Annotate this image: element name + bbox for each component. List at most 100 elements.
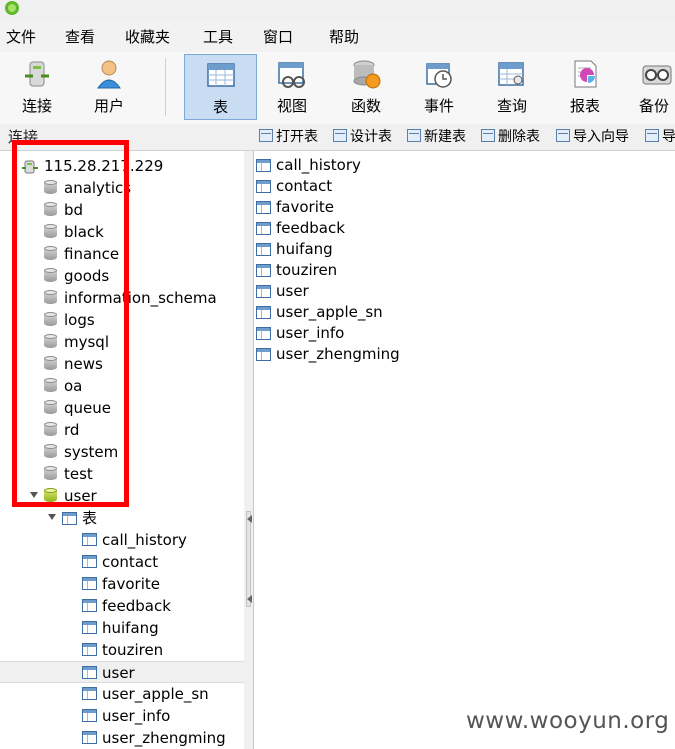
query-icon (498, 62, 524, 86)
export-button[interactable]: 导 (645, 127, 675, 147)
table-icon (256, 180, 271, 193)
delete-table-label: 删除表 (498, 129, 540, 145)
report-label: 报表 (569, 97, 600, 115)
user-icon (97, 60, 121, 89)
design-table-label: 设计表 (350, 129, 392, 145)
tree-table-item[interactable]: huifang (0, 617, 244, 639)
tables-group-icon (62, 512, 77, 525)
table-icon (82, 666, 97, 679)
table-button[interactable]: 表 (184, 54, 257, 120)
table-label: user_info (102, 707, 171, 725)
delete-table-icon (481, 129, 495, 142)
table-icon (82, 643, 97, 656)
design-table-button[interactable]: 设计表 (333, 127, 392, 147)
collapse-left-arrow-icon[interactable] (247, 595, 252, 603)
table-icon (256, 327, 271, 340)
table-icon (256, 348, 271, 361)
red-annotation-box (12, 140, 129, 507)
table-label: contact (102, 553, 159, 571)
menu-window[interactable]: 窗口 (263, 27, 293, 47)
table-label: feedback (102, 597, 171, 615)
tables-group-label: 表 (82, 509, 98, 527)
table-label: user_zhengming (102, 729, 226, 747)
object-list-pane[interactable]: call_history contact favorite feedback h… (254, 151, 675, 749)
event-button[interactable]: 事件 (406, 54, 472, 120)
collapse-left-arrow-icon[interactable] (247, 515, 252, 523)
query-button[interactable]: 查询 (479, 54, 545, 120)
table-icon (82, 621, 97, 634)
menu-tools[interactable]: 工具 (203, 27, 233, 47)
object-label: user (276, 282, 309, 300)
tree-table-item[interactable]: user_apple_sn (0, 683, 244, 705)
object-label: contact (276, 177, 333, 195)
splitter-handle[interactable] (246, 511, 252, 607)
tree-table-item[interactable]: user_zhengming (0, 727, 244, 749)
event-label: 事件 (423, 97, 454, 115)
table-label: user_apple_sn (102, 685, 209, 703)
import-wizard-icon (556, 129, 570, 142)
expand-arrow-icon[interactable] (48, 514, 56, 520)
menu-favorites[interactable]: 收藏夹 (125, 27, 170, 47)
object-label: favorite (276, 198, 334, 216)
import-wizard-button[interactable]: 导入向导 (556, 127, 629, 147)
table-icon (256, 306, 271, 319)
table-icon (82, 731, 97, 744)
object-label: user_info (276, 324, 345, 342)
export-label: 导 (662, 129, 675, 145)
report-button[interactable]: 报表 (552, 54, 618, 120)
tree-tables-group[interactable]: 表 (0, 507, 244, 529)
toolbar-separator (165, 58, 166, 116)
tree-table-item[interactable]: touziren (0, 639, 244, 661)
table-label: 表 (212, 98, 228, 116)
view-icon (278, 62, 305, 88)
table-label: touziren (102, 641, 164, 659)
menu-file[interactable]: 文件 (6, 27, 36, 47)
title-bar (0, 0, 675, 22)
tree-table-item[interactable]: favorite (0, 573, 244, 595)
connect-button[interactable]: 连接 (4, 54, 70, 120)
query-label: 查询 (496, 97, 527, 115)
delete-table-button[interactable]: 删除表 (481, 127, 540, 147)
new-table-label: 新建表 (424, 129, 466, 145)
tree-table-item[interactable]: feedback (0, 595, 244, 617)
tree-table-item-selected[interactable]: user (0, 661, 244, 683)
object-label: user_apple_sn (276, 303, 383, 321)
table-icon (82, 709, 97, 722)
table-icon (256, 264, 271, 277)
table-icon (256, 159, 271, 172)
menu-help[interactable]: 帮助 (329, 27, 359, 47)
app-logo-icon (5, 1, 19, 15)
open-table-label: 打开表 (276, 129, 318, 145)
table-icon (207, 63, 235, 87)
table-icon (256, 243, 271, 256)
tree-table-item[interactable]: user_info (0, 705, 244, 727)
import-wizard-label: 导入向导 (573, 129, 629, 145)
function-icon (353, 60, 381, 89)
tree-table-item[interactable]: contact (0, 551, 244, 573)
watermark-text: www.wooyun.org (466, 708, 670, 734)
table-icon (82, 533, 97, 546)
pane-splitter[interactable] (244, 151, 254, 749)
object-label: user_zhengming (276, 345, 400, 363)
user-label: 用户 (93, 97, 124, 115)
table-icon (82, 687, 97, 700)
object-label: touziren (276, 261, 338, 279)
object-label: call_history (276, 156, 361, 174)
function-button[interactable]: 函数 (333, 54, 399, 120)
user-button[interactable]: 用户 (76, 54, 142, 120)
menu-view[interactable]: 查看 (65, 27, 95, 47)
connect-icon (25, 61, 49, 87)
object-label: huifang (276, 240, 333, 258)
new-table-icon (407, 129, 421, 142)
table-icon (256, 222, 271, 235)
open-table-button[interactable]: 打开表 (259, 127, 318, 147)
tree-table-item[interactable]: call_history (0, 529, 244, 551)
table-icon (256, 285, 271, 298)
backup-icon (642, 65, 672, 85)
table-label: call_history (102, 531, 187, 549)
backup-button[interactable]: 备份 (624, 54, 675, 120)
table-label: user (102, 664, 135, 682)
backup-label: 备份 (638, 97, 669, 115)
view-button[interactable]: 视图 (259, 54, 325, 120)
new-table-button[interactable]: 新建表 (407, 127, 466, 147)
